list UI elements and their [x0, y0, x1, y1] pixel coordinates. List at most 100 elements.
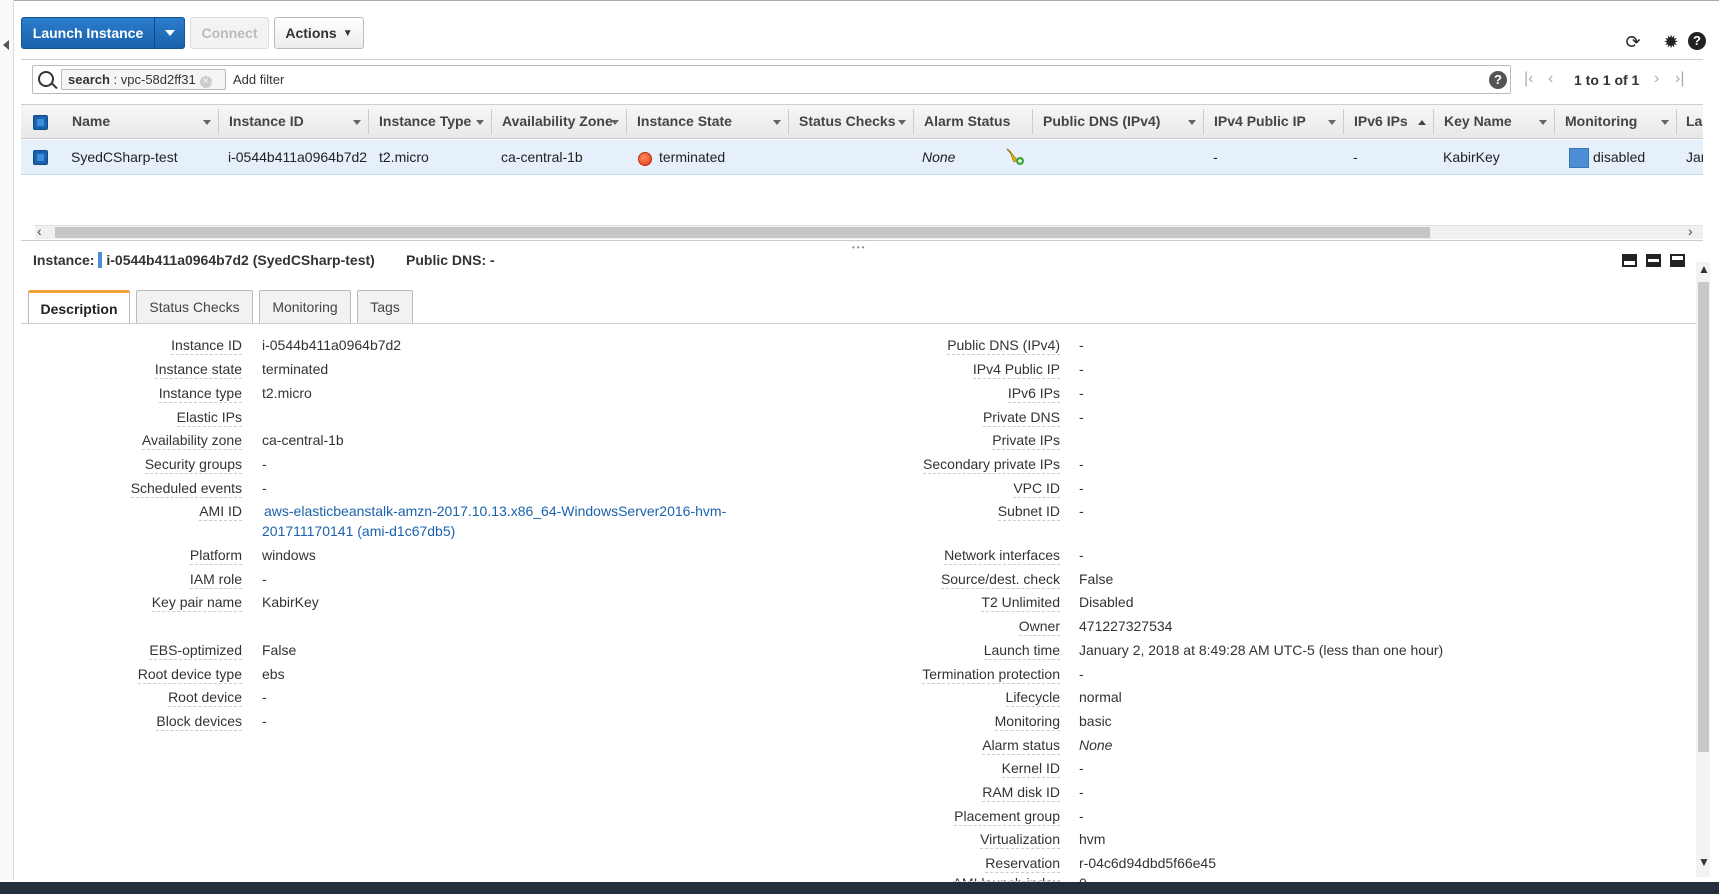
filter-help-icon[interactable]: ?: [1489, 71, 1507, 89]
detail-value: ebs: [262, 666, 285, 682]
detail-value: -: [262, 571, 267, 587]
column-header-monitoring[interactable]: Monitoring: [1565, 104, 1637, 139]
column-header-instance-id[interactable]: Instance ID: [229, 104, 304, 139]
column-separator: [368, 109, 369, 134]
sort-icon[interactable]: [476, 120, 484, 125]
column-separator: [1203, 109, 1204, 134]
actions-button[interactable]: Actions ▼: [274, 17, 364, 49]
column-header-instance-type[interactable]: Instance Type: [379, 104, 471, 139]
detail-value: basic: [1079, 713, 1112, 729]
detail-label: Placement group: [954, 808, 1060, 826]
next-page-icon[interactable]: ›: [1654, 70, 1659, 88]
column-header-instance-state[interactable]: Instance State: [637, 104, 732, 139]
sort-icon[interactable]: [898, 120, 906, 125]
tab-tags[interactable]: Tags: [357, 290, 413, 323]
detail-value: -: [1079, 337, 1084, 353]
scroll-right-icon[interactable]: ›: [1688, 223, 1693, 239]
detail-value: 471227327534: [1079, 618, 1173, 634]
sort-icon[interactable]: [773, 120, 781, 125]
scroll-down-icon[interactable]: ▼: [1698, 855, 1710, 869]
layout-top-icon[interactable]: [1622, 254, 1637, 267]
detail-label: Platform: [189, 547, 242, 565]
column-header-ipv4-public-ip[interactable]: IPv4 Public IP: [1214, 104, 1306, 139]
detail-value: None: [1079, 737, 1113, 753]
detail-label: AMI ID: [199, 503, 242, 521]
column-header-status-checks[interactable]: Status Checks: [799, 104, 895, 139]
launch-instance-button[interactable]: Launch Instance: [21, 17, 155, 49]
column-separator: [1032, 109, 1033, 134]
create-alarm-icon[interactable]: [1006, 148, 1026, 166]
tab-monitoring[interactable]: Monitoring: [259, 290, 351, 323]
column-header-alarm-status[interactable]: Alarm Status: [924, 104, 1010, 139]
column-header-launch-time[interactable]: Lau: [1686, 104, 1703, 139]
add-filter-placeholder[interactable]: Add filter: [233, 72, 284, 87]
detail-value: -: [1079, 760, 1084, 776]
pane-splitter[interactable]: [21, 240, 1703, 241]
sort-icon[interactable]: [353, 120, 361, 125]
column-header-name[interactable]: Name: [72, 104, 110, 139]
column-header-key-name[interactable]: Key Name: [1444, 104, 1512, 139]
instance-identifier: i-0544b411a0964b7d2 (SyedCSharp-test): [98, 252, 375, 268]
detail-label: Elastic IPs: [176, 409, 242, 427]
help-icon[interactable]: ?: [1688, 32, 1706, 50]
instance-summary: Instance: i-0544b411a0964b7d2 (SyedCShar…: [33, 252, 375, 268]
vertical-scrollbar-thumb[interactable]: [1698, 282, 1709, 752]
detail-value: ca-central-1b: [262, 432, 344, 448]
monitoring-status-icon: [1569, 148, 1589, 168]
sort-icon[interactable]: [1661, 120, 1669, 125]
first-page-icon[interactable]: |‹: [1524, 70, 1533, 88]
sort-icon[interactable]: [1539, 120, 1547, 125]
ami-id-link[interactable]: aws-elasticbeanstalk-amzn-2017.10.13.x86…: [264, 503, 726, 519]
sort-icon[interactable]: [611, 120, 619, 125]
filter-token[interactable]: search : vpc-58d2ff31 ×: [61, 69, 226, 90]
detail-label: Instance ID: [171, 337, 242, 355]
prev-page-icon[interactable]: ‹: [1548, 70, 1553, 88]
detail-label: Instance type: [158, 385, 242, 403]
detail-value: -: [1079, 547, 1084, 563]
tab-status-checks[interactable]: Status Checks: [136, 290, 253, 323]
column-header-public-dns[interactable]: Public DNS (IPv4): [1043, 104, 1160, 139]
last-page-icon[interactable]: ›|: [1675, 70, 1684, 88]
row-checkbox[interactable]: [33, 150, 48, 165]
sort-ascending-icon[interactable]: [1418, 120, 1426, 125]
detail-label: Termination protection: [922, 666, 1060, 684]
detail-value: -: [262, 689, 267, 705]
detail-value: -: [1079, 808, 1084, 824]
cell-monitoring: disabled: [1593, 149, 1646, 165]
detail-value: -: [1079, 784, 1084, 800]
chevron-down-icon: ▼: [342, 27, 353, 39]
select-all-checkbox[interactable]: [33, 115, 48, 130]
cell-launch-time: Janu: [1686, 149, 1703, 165]
detail-value: r-04c6d94dbd5f66e45: [1079, 855, 1217, 871]
column-header-availability-zone[interactable]: Availability Zone: [502, 104, 613, 139]
tab-description[interactable]: Description: [28, 290, 130, 324]
filter-token-key: search: [68, 72, 110, 87]
refresh-icon[interactable]: ⟳: [1623, 32, 1643, 52]
remove-filter-icon[interactable]: ×: [199, 76, 212, 88]
layout-split-icon[interactable]: [1646, 254, 1661, 267]
splitter-grip-icon[interactable]: •••: [852, 243, 866, 252]
detail-value: normal: [1079, 689, 1122, 705]
scroll-up-icon[interactable]: ▲: [1698, 262, 1710, 276]
detail-label: Kernel ID: [1001, 760, 1060, 778]
detail-value: -: [1079, 385, 1084, 401]
nav-collapse-strip[interactable]: [0, 0, 14, 880]
gear-icon[interactable]: ✹: [1661, 32, 1681, 52]
layout-bottom-icon[interactable]: [1670, 254, 1685, 267]
detail-value: hvm: [1079, 831, 1106, 847]
connect-button[interactable]: Connect: [190, 17, 269, 49]
horizontal-scrollbar-thumb[interactable]: [55, 227, 1430, 238]
detail-label: Instance state: [154, 361, 242, 379]
sort-icon[interactable]: [1328, 120, 1336, 125]
sort-icon[interactable]: [1188, 120, 1196, 125]
ami-id-link-continued[interactable]: 201711170141 (ami-d1c67db5): [262, 523, 455, 539]
detail-value: i-0544b411a0964b7d2: [262, 337, 402, 353]
sort-icon[interactable]: [203, 120, 211, 125]
cell-instance-state: terminated: [659, 149, 726, 165]
column-header-ipv6-ips[interactable]: IPv6 IPs: [1354, 104, 1408, 139]
launch-instance-dropdown[interactable]: [154, 17, 185, 49]
detail-value: -: [262, 456, 267, 472]
detail-label: Monitoring: [994, 713, 1060, 731]
top-border: [0, 0, 1719, 1]
scroll-left-icon[interactable]: ‹: [37, 223, 42, 239]
